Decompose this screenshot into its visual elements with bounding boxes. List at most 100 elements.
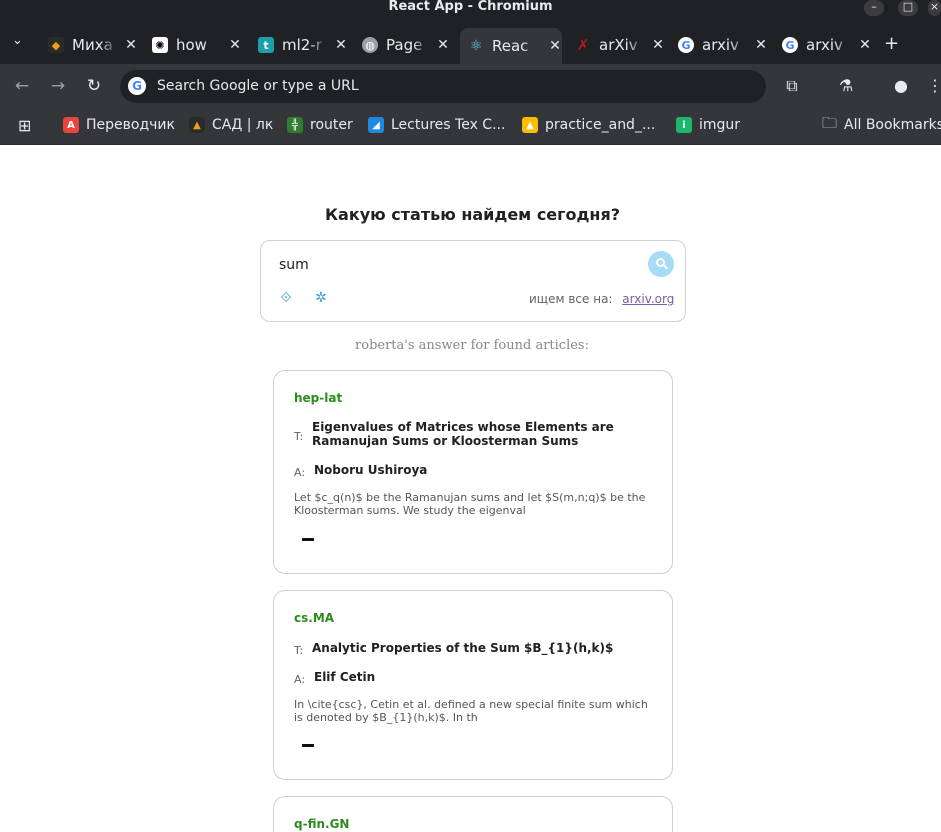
source-row: ищем все на: arxiv.org: [529, 292, 674, 306]
bookmark-imgur[interactable]: i imgur: [676, 115, 740, 135]
google-drive-icon: ▲: [522, 117, 538, 133]
tab-label: how: [176, 36, 207, 54]
labs-flask-icon[interactable]: ⚗: [836, 76, 856, 96]
tab-0[interactable]: ◆ Миха ✕: [48, 30, 138, 60]
overleaf-icon: ◢: [368, 117, 384, 133]
bookmark-label: router: [310, 117, 353, 133]
article-title: Analytic Properties of the Sum $B_{1}(h,…: [312, 641, 614, 655]
article-abstract: Let $c_q(n)$ be the Ramanujan sums and l…: [294, 491, 646, 517]
bookmark-router[interactable]: ╬ router: [287, 115, 353, 135]
article-card: hep-lat T: Eigenvalues of Matrices whose…: [273, 370, 673, 574]
minimize-button[interactable]: –: [864, 0, 884, 16]
back-arrow-icon[interactable]: ←: [12, 76, 32, 96]
title-label: T:: [294, 430, 304, 443]
tab-7[interactable]: G arxiv ✕: [782, 30, 872, 60]
search-input[interactable]: [279, 255, 639, 275]
collapse-dash-icon[interactable]: [302, 744, 314, 747]
source-label: ищем все на:: [529, 292, 613, 306]
tab-label: ml2-r: [282, 36, 322, 54]
source-link[interactable]: arxiv.org: [622, 292, 674, 306]
window-titlebar: React App - Chromium – □ × ⌄ ◆ Миха ✕ ✺ …: [0, 0, 941, 64]
all-bookmarks-label: All Bookmarks: [844, 117, 941, 133]
bookmark-lectures[interactable]: ◢ Lectures Tex C...: [368, 115, 505, 135]
tab-1[interactable]: ✺ how ✕: [152, 30, 242, 60]
tab-4-active[interactable]: ⚛ Reac ✕: [460, 28, 562, 64]
translator-icon: A: [63, 117, 79, 133]
bookmark-label: practice_and_...: [545, 117, 656, 133]
globe-icon: ◍: [362, 37, 378, 53]
chatgpt-icon: ✺: [152, 37, 168, 53]
search-button[interactable]: [648, 251, 674, 277]
close-window-button[interactable]: ×: [928, 0, 941, 16]
tab-search-chevron-icon[interactable]: ⌄: [12, 33, 23, 48]
tab-label: Page: [386, 36, 423, 54]
sad-icon: ▲: [189, 117, 205, 133]
folder-icon: 🗀: [822, 113, 838, 132]
forward-arrow-icon[interactable]: →: [48, 76, 68, 96]
extensions-puzzle-icon[interactable]: ⧉: [782, 76, 802, 96]
bookmark-practice[interactable]: ▲ practice_and_...: [522, 115, 655, 135]
bookmark-label: imgur: [699, 117, 741, 133]
mode-one-icon[interactable]: ⟐: [277, 289, 295, 307]
apps-grid-icon[interactable]: ⊞: [18, 115, 31, 135]
article-category: hep-lat: [294, 391, 343, 405]
page-heading: Какую статью найдем сегодня?: [324, 205, 621, 224]
arxiv-icon: ✗: [576, 36, 590, 54]
bookmark-perevodchik[interactable]: A Переводчик: [63, 115, 175, 135]
reload-icon[interactable]: ↻: [84, 76, 104, 96]
close-tab-icon[interactable]: ✕: [548, 38, 562, 54]
address-bar[interactable]: G Search Google or type a URL: [120, 70, 766, 103]
close-tab-icon[interactable]: ✕: [858, 37, 872, 53]
tab-label: arXiv: [599, 36, 638, 54]
close-tab-icon[interactable]: ✕: [124, 37, 138, 53]
close-tab-icon[interactable]: ✕: [436, 37, 450, 53]
close-tab-icon[interactable]: ✕: [228, 37, 242, 53]
all-bookmarks[interactable]: 🗀 All Bookmarks: [822, 113, 941, 135]
google-icon: G: [128, 77, 146, 95]
router-icon: ╬: [287, 117, 303, 133]
tab-2[interactable]: t ml2-r ✕: [258, 30, 348, 60]
close-tab-icon[interactable]: ✕: [754, 37, 768, 53]
address-bar-placeholder: Search Google or type a URL: [157, 78, 359, 94]
authors-label: A:: [294, 673, 306, 686]
tab-label: arxiv: [702, 36, 739, 54]
t-icon: t: [258, 37, 274, 53]
maximize-button[interactable]: □: [898, 0, 918, 16]
bookmark-label: Переводчик: [86, 117, 175, 133]
profile-avatar-icon[interactable]: ●: [891, 76, 911, 96]
article-authors: Noboru Ushiroya: [314, 463, 428, 477]
imgur-icon: i: [676, 117, 692, 133]
page-content: Какую статью найдем сегодня? ⟐ ✲ ищем вс…: [0, 145, 941, 832]
article-card: cs.MA T: Analytic Properties of the Sum …: [273, 590, 673, 780]
google-icon: G: [782, 37, 798, 53]
bookmarks-bar: ⊞ A Переводчик ▲ САД | лк ╬ router ◢ Lec…: [0, 108, 941, 145]
article-category: q-fin.GN: [294, 817, 350, 831]
tab-label: Reac: [492, 37, 529, 55]
new-tab-plus-icon[interactable]: +: [884, 33, 899, 54]
close-tab-icon[interactable]: ✕: [651, 37, 665, 53]
authors-label: A:: [294, 466, 306, 479]
article-title: Eigenvalues of Matrices whose Elements a…: [312, 420, 614, 448]
tab-label: arxiv: [806, 36, 843, 54]
ya-music-icon: ◆: [48, 37, 64, 53]
search-box: ⟐ ✲ ищем все на: arxiv.org: [260, 240, 686, 322]
article-card: q-fin.GN: [273, 796, 673, 832]
google-icon: G: [678, 37, 694, 53]
react-icon: ⚛: [469, 38, 483, 54]
bookmark-sad[interactable]: ▲ САД | лк: [189, 115, 273, 135]
collapse-dash-icon[interactable]: [302, 538, 314, 541]
bookmark-label: САД | лк: [212, 117, 274, 133]
close-tab-icon[interactable]: ✕: [334, 37, 348, 53]
tab-6[interactable]: G arxiv ✕: [678, 30, 768, 60]
mode-two-icon[interactable]: ✲: [312, 289, 330, 307]
menu-kebab-icon[interactable]: ⋮: [925, 76, 941, 96]
article-abstract: In \cite{csc}, Cetin et al. defined a ne…: [294, 698, 648, 724]
search-icon-handle: [663, 264, 668, 270]
title-label: T:: [294, 644, 304, 657]
tab-3[interactable]: ◍ Page ✕: [362, 30, 450, 60]
tab-5[interactable]: ✗ arXiv ✕: [575, 30, 665, 60]
article-category: cs.MA: [294, 611, 335, 625]
window-title: React App - Chromium: [388, 0, 553, 14]
browser-toolbar: ← → ↻ G Search Google or type a URL ⧉ ⚗ …: [0, 64, 941, 108]
article-authors: Elif Cetin: [314, 670, 376, 684]
